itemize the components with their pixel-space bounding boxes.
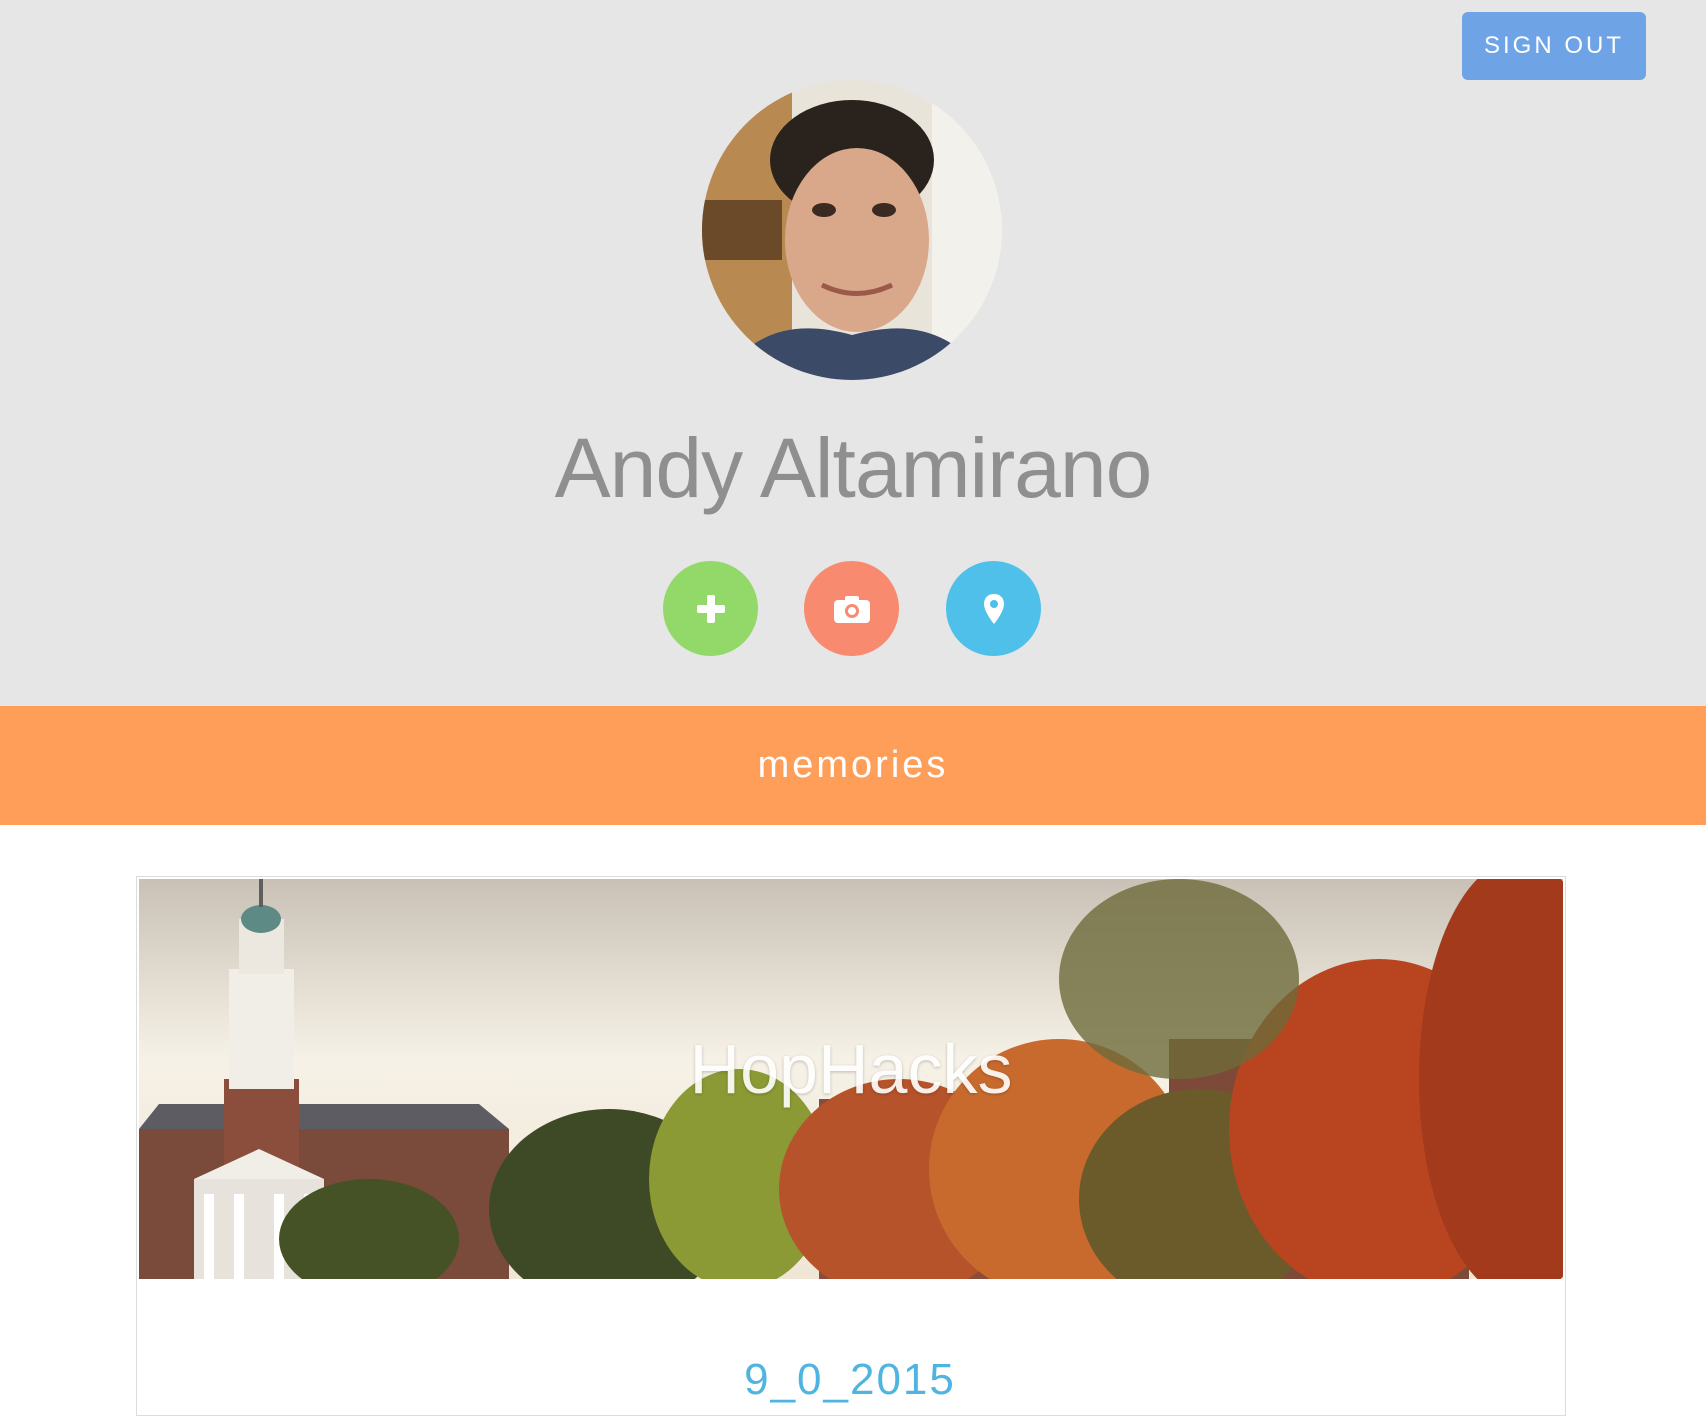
avatar-photo xyxy=(702,80,1002,380)
avatar xyxy=(702,80,1002,380)
memories-banner: memories xyxy=(0,706,1706,825)
memory-title: HopHacks xyxy=(689,1030,1013,1108)
camera-icon xyxy=(833,595,870,623)
memory-cover-image: HopHacks xyxy=(139,879,1563,1279)
memory-date: 9_0_2015 xyxy=(744,1355,956,1404)
sign-out-button[interactable]: SIGN OUT xyxy=(1462,12,1646,80)
map-pin-icon xyxy=(983,593,1004,624)
add-location-button[interactable] xyxy=(946,561,1041,656)
user-name: Andy Altamirano xyxy=(554,421,1153,515)
action-buttons xyxy=(663,561,1043,656)
add-photo-button[interactable] xyxy=(804,561,899,656)
memory-card[interactable]: HopHacks 9_0_2015 xyxy=(136,876,1566,1416)
profile-header: SIGN OUT Andy Altamirano xyxy=(0,0,1706,706)
add-memory-button[interactable] xyxy=(663,561,758,656)
plus-icon xyxy=(696,594,725,623)
